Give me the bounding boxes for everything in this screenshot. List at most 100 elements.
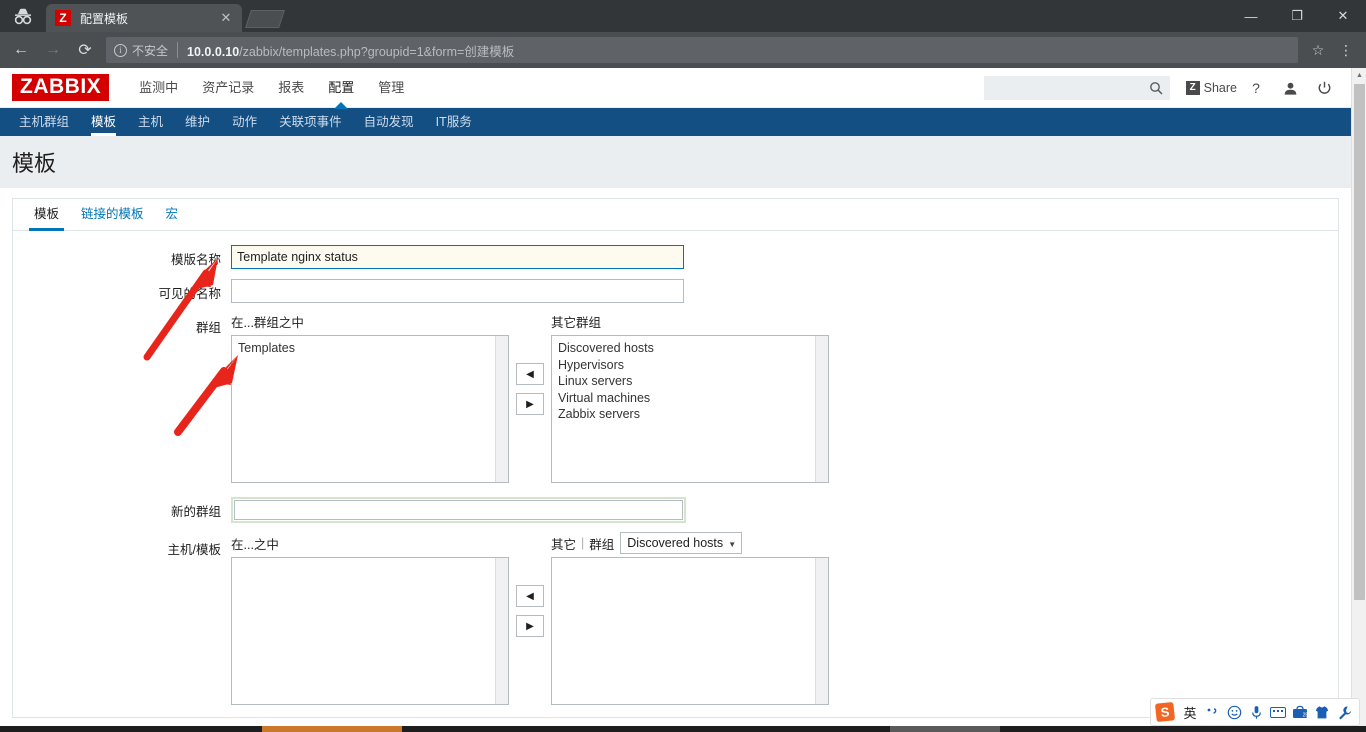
move-left-button[interactable]: ◀ xyxy=(516,585,544,607)
address-bar[interactable]: i 不安全 10.0.0.10/zabbix/templates.php?gro… xyxy=(106,37,1298,63)
group-label: 群组 xyxy=(589,537,615,552)
listbox-scrollbar[interactable] xyxy=(495,558,508,704)
host-templates-in-listbox[interactable] xyxy=(231,557,509,705)
move-right-button[interactable]: ▶ xyxy=(516,393,544,415)
nav-item-monitoring[interactable]: 监测中 xyxy=(127,68,190,108)
user-icon[interactable] xyxy=(1275,73,1305,103)
nav-item-reports[interactable]: 报表 xyxy=(266,68,316,108)
template-name-input[interactable] xyxy=(231,245,684,269)
subnav-item-host-groups[interactable]: 主机群组 xyxy=(8,108,80,136)
zabbix-logo[interactable]: ZABBIX xyxy=(12,74,110,101)
new-tab-button[interactable] xyxy=(244,6,288,30)
share-button[interactable]: Z Share xyxy=(1185,81,1237,95)
subnav-item-correlation[interactable]: 关联项事件 xyxy=(268,108,353,136)
page-viewport: ZABBIX 监测中 资产记录 报表 配置 管理 Z Share ? 主机群组 … xyxy=(0,68,1366,726)
groups-in-header: 在...群组之中 xyxy=(231,315,304,330)
tab-macros[interactable]: 宏 xyxy=(155,199,190,230)
nav-item-configuration[interactable]: 配置 xyxy=(316,68,366,109)
subnav-item-services[interactable]: IT服务 xyxy=(425,108,483,136)
security-indicator[interactable]: i 不安全 xyxy=(114,42,168,59)
group-select[interactable]: Discovered hosts ▼ xyxy=(620,532,743,554)
list-item[interactable]: Templates xyxy=(232,340,508,357)
search-icon[interactable] xyxy=(1149,81,1163,100)
back-icon[interactable]: ← xyxy=(6,35,36,65)
visible-name-input[interactable] xyxy=(231,279,684,303)
forward-icon[interactable]: → xyxy=(38,35,68,65)
wrench-icon[interactable] xyxy=(1333,699,1355,725)
scrollbar-thumb[interactable] xyxy=(1354,84,1365,600)
groups-transfer-buttons: ◀ ▶ xyxy=(509,313,551,423)
close-window-button[interactable]: ✕ xyxy=(1320,0,1366,32)
subnav-item-hosts[interactable]: 主机 xyxy=(127,108,174,136)
host-templates-other-listbox[interactable] xyxy=(551,557,829,705)
browser-toolbar: ← → ⟳ i 不安全 10.0.0.10/zabbix/templates.p… xyxy=(0,32,1366,68)
listbox-scrollbar[interactable] xyxy=(815,336,828,482)
taskbar-item[interactable] xyxy=(890,726,1000,732)
list-item[interactable]: Zabbix servers xyxy=(552,406,828,423)
page-header: 模板 xyxy=(0,136,1351,188)
tab-strip: Z 配置模板 ✕ — ❐ ✕ xyxy=(0,0,1366,32)
groups-in-listbox[interactable]: Templates xyxy=(231,335,509,483)
new-group-input[interactable] xyxy=(234,500,683,520)
bookmark-star-icon[interactable]: ☆ xyxy=(1304,36,1332,64)
label-template-name: 模版名称 xyxy=(170,253,221,267)
label-host-templates: 主机/模板 xyxy=(167,543,221,557)
subnav-item-templates[interactable]: 模板 xyxy=(80,108,127,136)
chrome-menu-icon[interactable]: ⋮ xyxy=(1332,36,1360,64)
listbox-scrollbar[interactable] xyxy=(495,336,508,482)
search-box[interactable] xyxy=(983,76,1170,100)
security-label: 不安全 xyxy=(132,43,169,58)
header-divider: | xyxy=(581,536,585,550)
maximize-button[interactable]: ❐ xyxy=(1274,0,1320,32)
browser-tab-active[interactable]: Z 配置模板 ✕ xyxy=(46,4,242,32)
help-icon[interactable]: ? xyxy=(1241,73,1271,103)
groups-dual-list: 在...群组之中 Templates ◀ ▶ 其它群组 Discovered h… xyxy=(231,313,1338,483)
move-left-button[interactable]: ◀ xyxy=(516,363,544,385)
search-input[interactable] xyxy=(989,80,1150,96)
nav-item-inventory[interactable]: 资产记录 xyxy=(190,68,266,108)
taskbar-active-item[interactable] xyxy=(262,726,402,732)
tab-favicon-zabbix: Z xyxy=(55,10,71,26)
tab-title: 配置模板 xyxy=(80,11,129,26)
list-item[interactable]: Linux servers xyxy=(552,373,828,390)
tab-template[interactable]: 模板 xyxy=(23,199,70,231)
toolbox-icon[interactable]: 2B xyxy=(1289,699,1311,725)
form-tabs: 模板 链接的模板 宏 xyxy=(13,199,1338,231)
host-templates-in-header: 在...之中 xyxy=(231,537,279,552)
label-new-group: 新的群组 xyxy=(170,505,221,519)
subnav-item-maintenance[interactable]: 维护 xyxy=(174,108,221,136)
microphone-icon[interactable] xyxy=(1245,699,1267,725)
subnav-item-actions[interactable]: 动作 xyxy=(221,108,268,136)
emoji-icon[interactable] xyxy=(1223,699,1245,725)
skin-icon[interactable] xyxy=(1311,699,1333,725)
page-scrollbar[interactable]: ▲ xyxy=(1351,68,1366,726)
ime-mode-toggle[interactable]: 英 xyxy=(1179,699,1201,725)
nav-item-administration[interactable]: 管理 xyxy=(366,68,416,108)
subnav-item-discovery[interactable]: 自动发现 xyxy=(353,108,425,136)
reload-icon[interactable]: ⟳ xyxy=(70,35,100,65)
other-label: 其它 xyxy=(551,537,577,552)
share-label: Share xyxy=(1203,81,1237,95)
zabbix-header: ZABBIX 监测中 资产记录 报表 配置 管理 Z Share ? xyxy=(0,68,1351,109)
incognito-icon xyxy=(0,0,46,32)
listbox-scrollbar[interactable] xyxy=(815,558,828,704)
keyboard-icon[interactable] xyxy=(1267,699,1289,725)
tab-linked-templates[interactable]: 链接的模板 xyxy=(70,199,155,230)
groups-other-header: 其它群组 xyxy=(551,315,602,330)
url-path: /zabbix/templates.php?groupid=1&form=创建模… xyxy=(239,44,515,59)
close-icon[interactable]: ✕ xyxy=(218,10,234,26)
power-icon[interactable] xyxy=(1309,73,1339,103)
scroll-up-icon[interactable]: ▲ xyxy=(1352,68,1366,82)
browser-window: Z 配置模板 ✕ — ❐ ✕ ← → ⟳ i 不安全 10.0.0.10/zab… xyxy=(0,0,1366,732)
sogou-logo-icon[interactable]: S xyxy=(1151,699,1179,725)
list-item[interactable]: Virtual machines xyxy=(552,390,828,407)
move-right-button[interactable]: ▶ xyxy=(516,615,544,637)
form-body: 模版名称 可见的名称 群组 xyxy=(13,231,1338,705)
host-templates-in-column: 在...之中 xyxy=(231,535,509,705)
minimize-button[interactable]: — xyxy=(1228,0,1274,32)
new-group-multiselect[interactable] xyxy=(231,497,686,523)
list-item[interactable]: Hypervisors xyxy=(552,357,828,374)
list-item[interactable]: Discovered hosts xyxy=(552,340,828,357)
groups-other-listbox[interactable]: Discovered hosts Hypervisors Linux serve… xyxy=(551,335,829,483)
punctuation-icon[interactable] xyxy=(1201,699,1223,725)
